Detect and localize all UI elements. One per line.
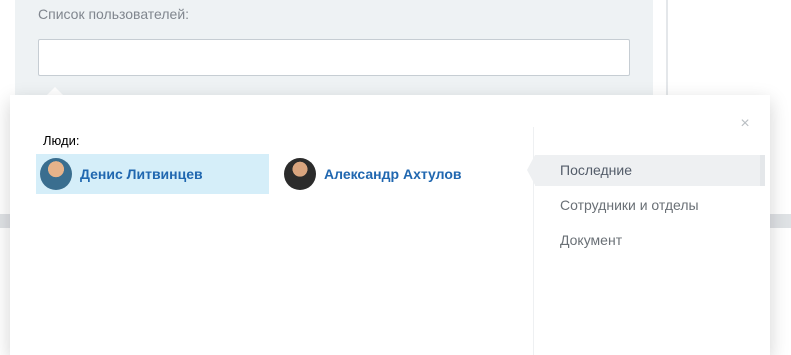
user-name: Денис Литвинцев bbox=[80, 166, 203, 182]
page-divider-left bbox=[0, 214, 10, 228]
tab-recent[interactable]: Последние bbox=[527, 155, 765, 186]
users-list-input[interactable] bbox=[38, 39, 630, 76]
tab-document[interactable]: Документ bbox=[535, 225, 765, 256]
popup-tabs: Последние Сотрудники и отделы Документ bbox=[527, 155, 765, 260]
user-avatar bbox=[40, 158, 72, 190]
page-divider-right bbox=[770, 214, 791, 228]
people-section-label: Люди: bbox=[43, 133, 80, 148]
users-list-label: Список пользователей: bbox=[38, 6, 190, 22]
user-avatar bbox=[284, 158, 316, 190]
user-name: Александр Ахтулов bbox=[324, 166, 462, 182]
close-icon[interactable]: × bbox=[738, 116, 752, 132]
user-selector-popup: × Люди: Денис Литвинцев Александр Ахтуло… bbox=[10, 95, 770, 355]
user-item-alexander[interactable]: Александр Ахтулов bbox=[280, 154, 510, 194]
tab-employees-departments[interactable]: Сотрудники и отделы bbox=[535, 190, 765, 221]
panel-edge bbox=[666, 0, 668, 100]
user-item-denis[interactable]: Денис Литвинцев bbox=[36, 154, 269, 194]
